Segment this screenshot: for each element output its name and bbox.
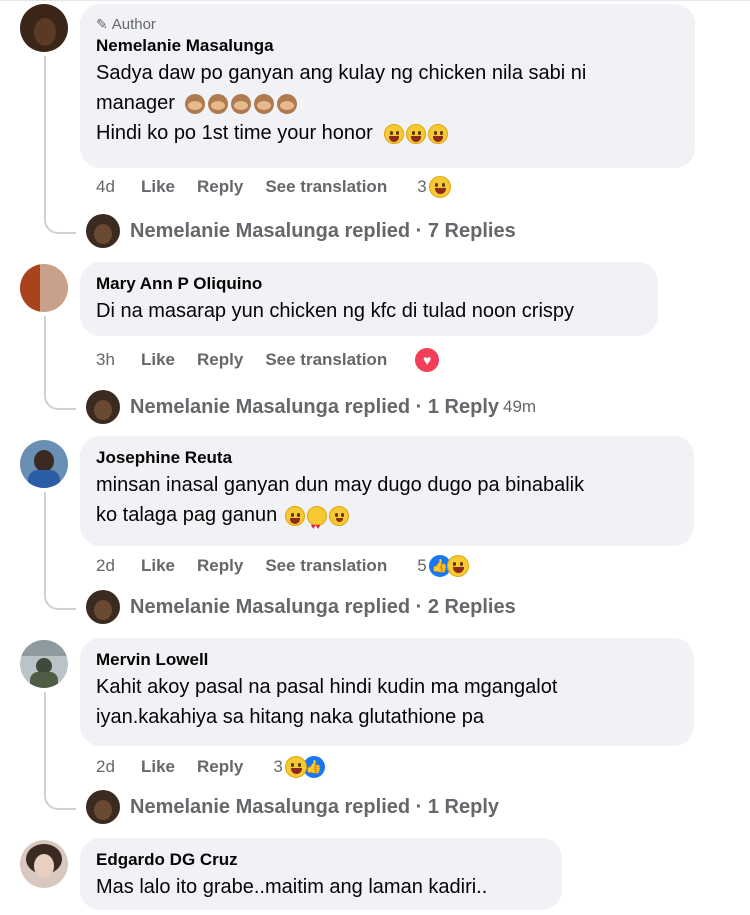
- replies-ago: 49m: [503, 397, 537, 416]
- comment-text: Mas lalo ito grabe..maitim ang laman kad…: [96, 876, 488, 898]
- comment-line-2: ko talaga pag ganun ♥♥: [96, 500, 678, 531]
- comment-line-3: Hindi ko po 1st time your honor: [96, 118, 679, 148]
- commenter-name[interactable]: Edgardo DG Cruz: [96, 848, 546, 872]
- reply-avatar: [86, 214, 120, 248]
- comment-line: minsan inasal ganyan dun may dugo dugo p…: [96, 474, 585, 496]
- comment-text: minsan inasal ganyan dun may dugo dugo p…: [96, 470, 678, 531]
- reaction-count: 5: [417, 556, 427, 575]
- commenter-name[interactable]: Mary Ann P Oliquino: [96, 272, 642, 296]
- view-replies-button[interactable]: Nemelanie Masalunga replied · 1 Reply 49…: [86, 390, 536, 424]
- replies-label: Nemelanie Masalunga replied · 2 Replies: [130, 595, 516, 618]
- timestamp[interactable]: 4d: [96, 177, 141, 197]
- comment-text: Sadya daw po ganyan ang kulay ng chicken…: [96, 58, 679, 148]
- pencil-icon: ✎: [96, 15, 108, 32]
- view-replies-button[interactable]: Nemelanie Masalunga replied · 7 Replies: [86, 214, 516, 248]
- view-replies-button[interactable]: Nemelanie Masalunga replied · 1 Reply: [86, 790, 499, 824]
- reaction-count: 3: [273, 757, 283, 776]
- commenter-name[interactable]: Mervin Lowell: [96, 648, 678, 672]
- joy-emoji-icon: [382, 122, 449, 144]
- emoji-group-icon: ♥♥: [283, 504, 349, 531]
- comment-line: Sadya daw po ganyan ang kulay ng chicken…: [96, 62, 587, 84]
- timestamp[interactable]: 2d: [96, 556, 141, 576]
- reply-button[interactable]: Reply: [197, 757, 243, 777]
- see-translation-button[interactable]: See translation: [265, 177, 387, 197]
- timestamp[interactable]: 3h: [96, 350, 141, 370]
- comment-actions: 4d Like Reply See translation 3: [96, 176, 451, 198]
- comment-bubble: Edgardo DG Cruz Mas lalo ito grabe..mait…: [80, 838, 562, 910]
- see-no-evil-monkey-icon: [184, 92, 300, 114]
- like-button[interactable]: Like: [141, 350, 175, 370]
- avatar[interactable]: [20, 440, 68, 488]
- comment-line: Kahit akoy pasal na pasal hindi kudin ma…: [96, 676, 558, 698]
- reply-button[interactable]: Reply: [197, 177, 243, 197]
- comment-line-text: manager: [96, 92, 175, 114]
- commenter-name[interactable]: Nemelanie Masalunga: [96, 34, 679, 58]
- haha-reaction-icon: [284, 756, 307, 778]
- haha-reaction-icon: [428, 176, 451, 198]
- reply-avatar: [86, 590, 120, 624]
- comment-text: Di na masarap yun chicken ng kfc di tula…: [96, 300, 575, 322]
- comment-bubble: Mary Ann P Oliquino Di na masarap yun ch…: [80, 262, 658, 336]
- replies-label: Nemelanie Masalunga replied · 7 Replies: [130, 219, 516, 242]
- reaction-count: 3: [417, 177, 427, 196]
- comment-actions: 2d Like Reply See translation 5 👍: [96, 553, 469, 579]
- replies-label: Nemelanie Masalunga replied · 1 Reply: [130, 795, 500, 818]
- reaction-summary[interactable]: 3 👍: [273, 754, 327, 780]
- haha-reaction-icon: [446, 555, 469, 577]
- reply-button[interactable]: Reply: [197, 556, 243, 576]
- comment-text: Kahit akoy pasal na pasal hindi kudin ma…: [96, 672, 678, 732]
- author-badge-label: Author: [111, 15, 156, 33]
- reply-avatar: [86, 390, 120, 424]
- comment-bubble: Josephine Reuta minsan inasal ganyan dun…: [80, 436, 694, 546]
- avatar[interactable]: [20, 264, 68, 312]
- comment-bubble: ✎ Author Nemelanie Masalunga Sadya daw p…: [80, 4, 695, 168]
- like-button[interactable]: Like: [141, 757, 175, 777]
- avatar[interactable]: [20, 640, 68, 688]
- author-badge: ✎ Author: [96, 14, 679, 34]
- thread-line: [44, 56, 76, 234]
- comment-line-2: manager: [96, 88, 679, 118]
- reaction-summary[interactable]: 5 👍: [417, 553, 469, 579]
- comment-line-text: ko talaga pag ganun: [96, 504, 278, 526]
- commenter-name[interactable]: Josephine Reuta: [96, 446, 678, 470]
- replies-label: Nemelanie Masalunga replied · 1 Reply: [130, 395, 500, 418]
- top-border: [0, 0, 750, 1]
- see-translation-button[interactable]: See translation: [265, 556, 387, 576]
- reaction-summary[interactable]: 3: [417, 176, 451, 198]
- see-translation-button[interactable]: See translation: [265, 350, 387, 370]
- reply-avatar: [86, 790, 120, 824]
- comment-actions: 3h Like Reply See translation ♥: [96, 348, 440, 372]
- thread-line: [44, 316, 76, 410]
- reply-button[interactable]: Reply: [197, 350, 243, 370]
- view-replies-button[interactable]: Nemelanie Masalunga replied · 2 Replies: [86, 590, 516, 624]
- avatar[interactable]: [20, 4, 68, 52]
- love-reaction-icon[interactable]: ♥: [415, 348, 440, 372]
- comment-bubble: Mervin Lowell Kahit akoy pasal na pasal …: [80, 638, 694, 746]
- avatar[interactable]: [20, 840, 68, 888]
- comment-line-text: Hindi ko po 1st time your honor: [96, 122, 373, 144]
- comment-actions: 2d Like Reply 3 👍: [96, 754, 327, 780]
- thread-line: [44, 492, 76, 610]
- timestamp[interactable]: 2d: [96, 757, 141, 777]
- like-button[interactable]: Like: [141, 556, 175, 576]
- like-button[interactable]: Like: [141, 177, 175, 197]
- thread-line: [44, 692, 76, 810]
- comment-line: iyan.kakahiya sa hitang naka glutathione…: [96, 706, 485, 728]
